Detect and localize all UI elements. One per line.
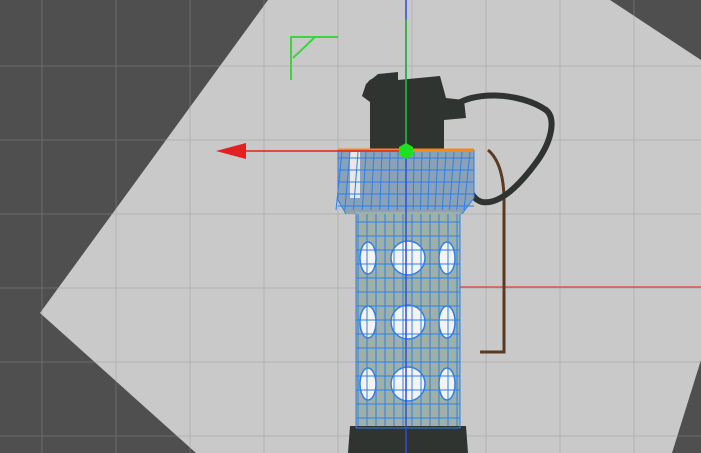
- body-hole: [359, 367, 377, 401]
- body-hole: [438, 241, 456, 275]
- body-hole: [438, 367, 456, 401]
- body-hole: [390, 240, 426, 276]
- body-hole: [390, 366, 426, 402]
- body-hole: [359, 241, 377, 275]
- fuse-knob: [366, 78, 386, 98]
- viewport-scene: [0, 0, 701, 453]
- bottom-cap: [348, 426, 468, 453]
- body-hole: [359, 305, 377, 339]
- body-holes: [359, 240, 456, 402]
- 3d-viewport[interactable]: [0, 0, 701, 453]
- body-hole: [438, 305, 456, 339]
